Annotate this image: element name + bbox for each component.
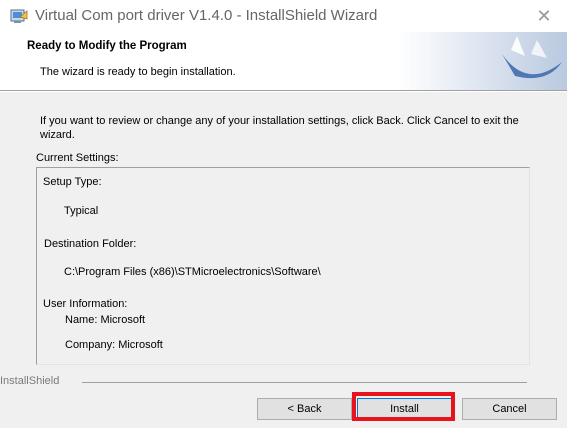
setup-type-label: Setup Type: [43, 176, 102, 188]
brand-divider [82, 382, 527, 383]
page-subtitle: The wizard is ready to begin installatio… [40, 66, 236, 78]
setup-type-value: Typical [64, 205, 99, 217]
installshield-banner-graphic [397, 32, 567, 90]
intro-text: If you want to review or change any of y… [40, 115, 519, 141]
install-button[interactable]: Install [357, 398, 452, 420]
title-bar: Virtual Com port driver V1.4.0 - Install… [0, 0, 567, 32]
back-button[interactable]: < Back [257, 398, 352, 420]
user-name-line: Name: Microsoft [65, 314, 146, 326]
settings-summary-box[interactable]: Setup Type: Typical Destination Folder: … [36, 167, 530, 365]
installshield-brand-line: InstallShield [0, 375, 527, 389]
wizard-body: If you want to review or change any of y… [0, 92, 567, 372]
installshield-brand: InstallShield [0, 375, 64, 387]
close-button[interactable]: ✕ [521, 0, 567, 32]
installer-icon [10, 9, 28, 23]
destination-folder-label: Destination Folder: [44, 238, 137, 250]
cancel-button[interactable]: Cancel [462, 398, 557, 420]
close-icon: ✕ [536, 5, 552, 26]
company-line: Company: Microsoft [65, 339, 163, 351]
window-title: Virtual Com port driver V1.4.0 - Install… [35, 7, 378, 24]
wizard-header: Ready to Modify the Program The wizard i… [0, 32, 567, 90]
user-information-label: User Information: [43, 298, 128, 310]
page-title: Ready to Modify the Program [27, 40, 187, 52]
destination-folder-value: C:\Program Files (x86)\STMicroelectronic… [64, 266, 321, 278]
current-settings-label: Current Settings: [36, 152, 119, 164]
